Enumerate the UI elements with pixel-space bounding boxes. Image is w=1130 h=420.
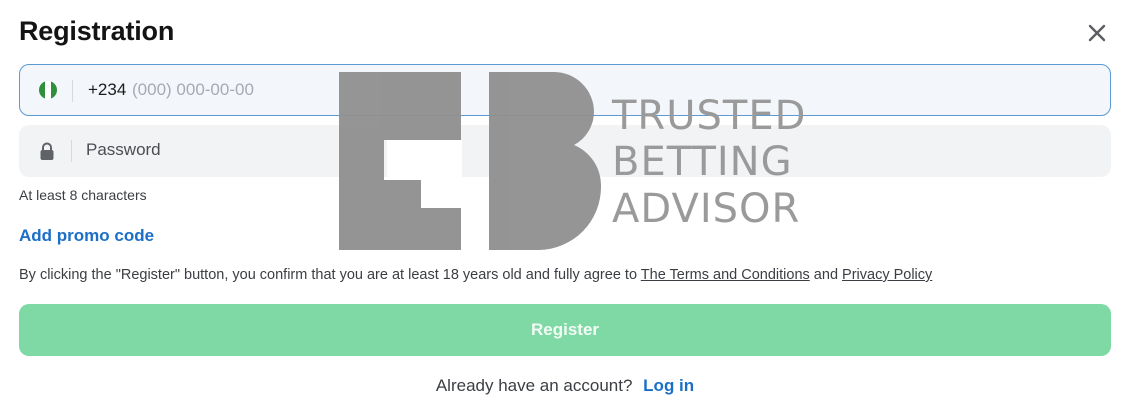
field-divider <box>71 140 72 162</box>
close-icon <box>1088 24 1106 42</box>
watermark-line-3: ADVISOR <box>612 186 801 232</box>
login-row: Already have an account? Log in <box>0 376 1130 396</box>
password-field[interactable] <box>19 125 1111 177</box>
phone-input[interactable] <box>132 77 632 103</box>
nigeria-flag-icon[interactable] <box>38 80 58 100</box>
register-button[interactable]: Register <box>19 304 1111 356</box>
terms-notice: By clicking the "Register" button, you c… <box>19 267 932 283</box>
dialog-title: Registration <box>19 16 175 46</box>
registration-dialog: Registration +234 (000) 000-00-00 At lea… <box>0 0 1130 420</box>
close-button[interactable] <box>1085 21 1109 45</box>
phone-field[interactable]: +234 <box>19 64 1111 116</box>
password-input[interactable] <box>86 137 986 163</box>
field-divider <box>72 80 73 102</box>
terms-and-conditions-link[interactable]: The Terms and Conditions <box>641 267 810 283</box>
login-link[interactable]: Log in <box>643 376 694 395</box>
lock-icon <box>37 141 57 161</box>
terms-joiner: and <box>809 267 843 283</box>
login-prompt: Already have an account? <box>435 376 633 395</box>
add-promo-code-link[interactable]: Add promo code <box>19 226 154 246</box>
country-code: +234 <box>88 80 127 99</box>
terms-prefix: By clicking the "Register" button, you c… <box>19 267 641 283</box>
password-hint: At least 8 characters <box>19 187 147 203</box>
privacy-policy-link[interactable]: Privacy Policy <box>842 267 932 283</box>
